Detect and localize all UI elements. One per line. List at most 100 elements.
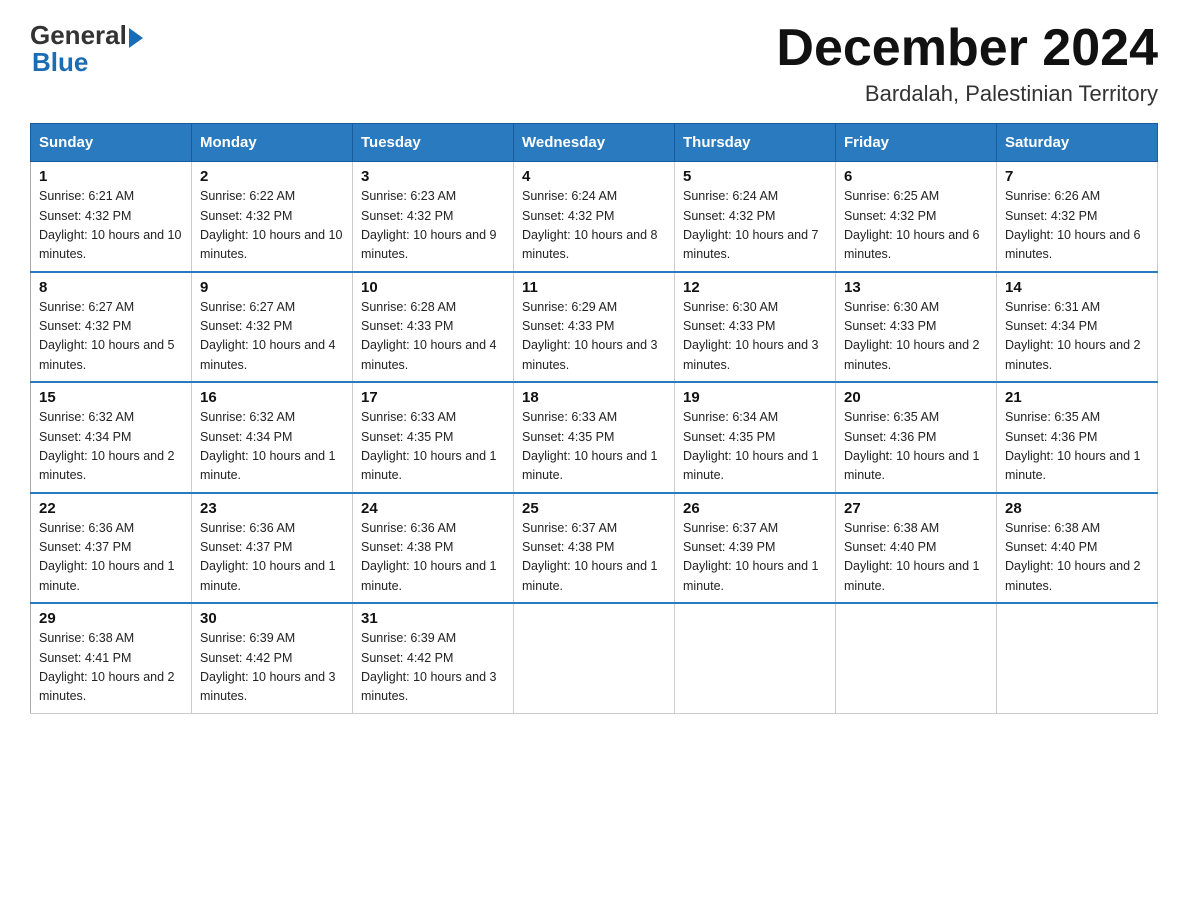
day-info: Sunrise: 6:27 AMSunset: 4:32 PMDaylight:… — [39, 298, 183, 376]
table-row: 10 Sunrise: 6:28 AMSunset: 4:33 PMDaylig… — [353, 272, 514, 383]
day-info: Sunrise: 6:38 AMSunset: 4:40 PMDaylight:… — [1005, 519, 1149, 597]
table-row: 25 Sunrise: 6:37 AMSunset: 4:38 PMDaylig… — [514, 493, 675, 604]
day-info: Sunrise: 6:24 AMSunset: 4:32 PMDaylight:… — [683, 187, 827, 265]
day-info: Sunrise: 6:28 AMSunset: 4:33 PMDaylight:… — [361, 298, 505, 376]
table-row: 24 Sunrise: 6:36 AMSunset: 4:38 PMDaylig… — [353, 493, 514, 604]
day-number: 21 — [1005, 389, 1149, 406]
header-monday: Monday — [192, 124, 353, 162]
day-info: Sunrise: 6:35 AMSunset: 4:36 PMDaylight:… — [844, 408, 988, 486]
table-row — [514, 603, 675, 713]
day-info: Sunrise: 6:31 AMSunset: 4:34 PMDaylight:… — [1005, 298, 1149, 376]
day-info: Sunrise: 6:34 AMSunset: 4:35 PMDaylight:… — [683, 408, 827, 486]
calendar-week-row: 1 Sunrise: 6:21 AMSunset: 4:32 PMDayligh… — [31, 162, 1158, 272]
calendar-week-row: 8 Sunrise: 6:27 AMSunset: 4:32 PMDayligh… — [31, 272, 1158, 383]
table-row: 4 Sunrise: 6:24 AMSunset: 4:32 PMDayligh… — [514, 162, 675, 272]
header-sunday: Sunday — [31, 124, 192, 162]
day-info: Sunrise: 6:22 AMSunset: 4:32 PMDaylight:… — [200, 187, 344, 265]
day-number: 16 — [200, 389, 344, 406]
day-number: 18 — [522, 389, 666, 406]
day-number: 22 — [39, 500, 183, 517]
day-info: Sunrise: 6:33 AMSunset: 4:35 PMDaylight:… — [361, 408, 505, 486]
table-row: 3 Sunrise: 6:23 AMSunset: 4:32 PMDayligh… — [353, 162, 514, 272]
day-info: Sunrise: 6:39 AMSunset: 4:42 PMDaylight:… — [361, 629, 505, 707]
day-info: Sunrise: 6:24 AMSunset: 4:32 PMDaylight:… — [522, 187, 666, 265]
day-number: 9 — [200, 279, 344, 296]
day-number: 13 — [844, 279, 988, 296]
table-row: 20 Sunrise: 6:35 AMSunset: 4:36 PMDaylig… — [836, 382, 997, 493]
day-number: 5 — [683, 168, 827, 185]
day-number: 24 — [361, 500, 505, 517]
day-number: 15 — [39, 389, 183, 406]
day-info: Sunrise: 6:26 AMSunset: 4:32 PMDaylight:… — [1005, 187, 1149, 265]
table-row: 29 Sunrise: 6:38 AMSunset: 4:41 PMDaylig… — [31, 603, 192, 713]
day-number: 19 — [683, 389, 827, 406]
table-row: 7 Sunrise: 6:26 AMSunset: 4:32 PMDayligh… — [997, 162, 1158, 272]
table-row: 6 Sunrise: 6:25 AMSunset: 4:32 PMDayligh… — [836, 162, 997, 272]
table-row: 13 Sunrise: 6:30 AMSunset: 4:33 PMDaylig… — [836, 272, 997, 383]
day-number: 8 — [39, 279, 183, 296]
day-info: Sunrise: 6:35 AMSunset: 4:36 PMDaylight:… — [1005, 408, 1149, 486]
day-number: 10 — [361, 279, 505, 296]
day-info: Sunrise: 6:27 AMSunset: 4:32 PMDaylight:… — [200, 298, 344, 376]
day-info: Sunrise: 6:23 AMSunset: 4:32 PMDaylight:… — [361, 187, 505, 265]
table-row: 21 Sunrise: 6:35 AMSunset: 4:36 PMDaylig… — [997, 382, 1158, 493]
table-row: 27 Sunrise: 6:38 AMSunset: 4:40 PMDaylig… — [836, 493, 997, 604]
table-row: 9 Sunrise: 6:27 AMSunset: 4:32 PMDayligh… — [192, 272, 353, 383]
calendar-table: Sunday Monday Tuesday Wednesday Thursday… — [30, 123, 1158, 714]
table-row: 5 Sunrise: 6:24 AMSunset: 4:32 PMDayligh… — [675, 162, 836, 272]
table-row: 17 Sunrise: 6:33 AMSunset: 4:35 PMDaylig… — [353, 382, 514, 493]
day-info: Sunrise: 6:38 AMSunset: 4:41 PMDaylight:… — [39, 629, 183, 707]
day-number: 26 — [683, 500, 827, 517]
day-info: Sunrise: 6:38 AMSunset: 4:40 PMDaylight:… — [844, 519, 988, 597]
day-number: 20 — [844, 389, 988, 406]
calendar-week-row: 22 Sunrise: 6:36 AMSunset: 4:37 PMDaylig… — [31, 493, 1158, 604]
day-info: Sunrise: 6:36 AMSunset: 4:37 PMDaylight:… — [39, 519, 183, 597]
table-row: 19 Sunrise: 6:34 AMSunset: 4:35 PMDaylig… — [675, 382, 836, 493]
table-row: 23 Sunrise: 6:36 AMSunset: 4:37 PMDaylig… — [192, 493, 353, 604]
month-year-title: December 2024 — [776, 20, 1158, 77]
table-row: 12 Sunrise: 6:30 AMSunset: 4:33 PMDaylig… — [675, 272, 836, 383]
day-info: Sunrise: 6:25 AMSunset: 4:32 PMDaylight:… — [844, 187, 988, 265]
day-number: 23 — [200, 500, 344, 517]
day-number: 27 — [844, 500, 988, 517]
logo-blue-text: Blue — [32, 47, 88, 78]
day-info: Sunrise: 6:37 AMSunset: 4:39 PMDaylight:… — [683, 519, 827, 597]
page-header: General Blue December 2024 Bardalah, Pal… — [30, 20, 1158, 107]
table-row: 26 Sunrise: 6:37 AMSunset: 4:39 PMDaylig… — [675, 493, 836, 604]
day-number: 6 — [844, 168, 988, 185]
table-row: 15 Sunrise: 6:32 AMSunset: 4:34 PMDaylig… — [31, 382, 192, 493]
day-number: 30 — [200, 610, 344, 627]
day-number: 17 — [361, 389, 505, 406]
day-info: Sunrise: 6:33 AMSunset: 4:35 PMDaylight:… — [522, 408, 666, 486]
day-info: Sunrise: 6:30 AMSunset: 4:33 PMDaylight:… — [683, 298, 827, 376]
day-info: Sunrise: 6:32 AMSunset: 4:34 PMDaylight:… — [200, 408, 344, 486]
day-info: Sunrise: 6:36 AMSunset: 4:38 PMDaylight:… — [361, 519, 505, 597]
logo-arrow-icon — [129, 28, 143, 48]
table-row: 14 Sunrise: 6:31 AMSunset: 4:34 PMDaylig… — [997, 272, 1158, 383]
day-number: 11 — [522, 279, 666, 296]
calendar-header-row: Sunday Monday Tuesday Wednesday Thursday… — [31, 124, 1158, 162]
table-row: 18 Sunrise: 6:33 AMSunset: 4:35 PMDaylig… — [514, 382, 675, 493]
calendar-week-row: 29 Sunrise: 6:38 AMSunset: 4:41 PMDaylig… — [31, 603, 1158, 713]
logo: General Blue — [30, 20, 143, 78]
table-row: 1 Sunrise: 6:21 AMSunset: 4:32 PMDayligh… — [31, 162, 192, 272]
header-thursday: Thursday — [675, 124, 836, 162]
day-info: Sunrise: 6:32 AMSunset: 4:34 PMDaylight:… — [39, 408, 183, 486]
day-number: 3 — [361, 168, 505, 185]
header-wednesday: Wednesday — [514, 124, 675, 162]
header-saturday: Saturday — [997, 124, 1158, 162]
day-number: 1 — [39, 168, 183, 185]
day-info: Sunrise: 6:37 AMSunset: 4:38 PMDaylight:… — [522, 519, 666, 597]
table-row: 2 Sunrise: 6:22 AMSunset: 4:32 PMDayligh… — [192, 162, 353, 272]
header-tuesday: Tuesday — [353, 124, 514, 162]
location-subtitle: Bardalah, Palestinian Territory — [776, 81, 1158, 107]
day-info: Sunrise: 6:36 AMSunset: 4:37 PMDaylight:… — [200, 519, 344, 597]
day-number: 28 — [1005, 500, 1149, 517]
table-row: 16 Sunrise: 6:32 AMSunset: 4:34 PMDaylig… — [192, 382, 353, 493]
table-row — [836, 603, 997, 713]
day-number: 14 — [1005, 279, 1149, 296]
day-number: 7 — [1005, 168, 1149, 185]
title-area: December 2024 Bardalah, Palestinian Terr… — [776, 20, 1158, 107]
table-row — [675, 603, 836, 713]
calendar-week-row: 15 Sunrise: 6:32 AMSunset: 4:34 PMDaylig… — [31, 382, 1158, 493]
